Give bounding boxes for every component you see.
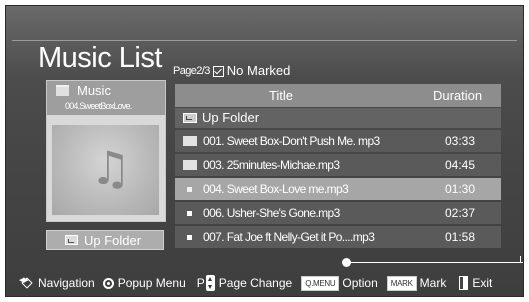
music-list-screen: Music List Page2/3 No Marked Music 004.S… [5,5,524,297]
up-folder-button[interactable]: Up Folder [46,230,164,250]
table-row[interactable]: 001. Sweet Box-Don't Push Me. mp3 03:33 [175,130,501,152]
exit-icon [459,276,469,290]
file-name: 004. Sweet Box-Love me.mp3 [203,182,349,196]
file-table: Title Duration Up Folder 001. Sweet Box-… [175,84,501,248]
footer-page-change-label: Page Change [218,276,293,290]
page-title: Music List [38,42,162,74]
music-file-icon [187,211,192,216]
footer-popup-menu-label: Popup Menu [117,276,186,290]
table-row-selected[interactable]: 004. Sweet Box-Love me.mp3 01:30 [175,178,501,200]
footer-exit-label: Exit [472,276,493,290]
qmenu-key-icon: Q.MENU [301,275,340,291]
folder-icon [183,136,197,146]
page-info: Page2/3 No Marked [173,63,290,78]
up-folder-icon [65,235,78,245]
file-duration: 01:30 [445,182,476,196]
file-duration: 03:33 [445,134,476,148]
checkbox-icon [212,66,224,77]
preview-header: Music 004.SweetBoxLove. [47,81,165,115]
navigation-arrows-icon [19,276,34,290]
page-up-down-icon [205,275,215,291]
file-duration: 04:45 [445,158,476,172]
current-file-name: 004.SweetBoxLove. [65,101,132,111]
header-divider [12,40,517,41]
mark-key-icon: MARK [386,275,417,291]
music-file-icon [187,187,192,192]
table-row[interactable]: 003. 25minutes-Michae.mp3 04:45 [175,154,501,176]
file-name: 003. 25minutes-Michae.mp3 [203,158,340,172]
music-note-icon: ♫ [90,141,132,195]
up-folder-button-label: Up Folder [84,232,142,248]
folder-icon [183,160,197,170]
file-name: 006. Usher-She's Gone.mp3 [203,206,340,220]
file-name: 001. Sweet Box-Don't Push Me. mp3 [203,134,380,148]
scroll-track-line [346,262,523,263]
footer-mark-label: Mark [419,276,447,290]
marked-status: No Marked [226,63,291,78]
file-name: 007. Fat Joe ft Nelly-Get it Po....mp3 [203,230,375,244]
scroll-track-end [520,256,521,262]
up-folder-row-label: Up Folder [202,110,260,125]
footer-option-label: Option [342,276,378,290]
preview-panel: Music 004.SweetBoxLove. ♫ [46,80,166,222]
up-folder-icon [183,113,197,123]
enter-button-icon [102,277,114,289]
up-folder-row[interactable]: Up Folder [175,108,501,128]
music-file-icon [187,235,192,240]
column-header-duration: Duration [433,88,483,103]
table-row[interactable]: 007. Fat Joe ft Nelly-Get it Po....mp3 0… [175,226,501,248]
page-indicator: Page2/3 [173,64,210,77]
folder-icon [56,85,69,96]
table-header: Title Duration [175,84,501,107]
p-label: P [196,276,205,290]
file-duration: 01:58 [445,230,476,244]
column-header-title: Title [268,88,294,103]
footer-help-bar: Navigation Popup Menu P Page Change Q.ME… [12,272,517,294]
folder-label: Music [77,83,111,98]
file-duration: 02:37 [445,206,476,220]
table-row[interactable]: 006. Usher-She's Gone.mp3 02:37 [175,202,501,224]
footer-navigation-label: Navigation [38,276,95,290]
album-art: ♫ [52,125,159,215]
